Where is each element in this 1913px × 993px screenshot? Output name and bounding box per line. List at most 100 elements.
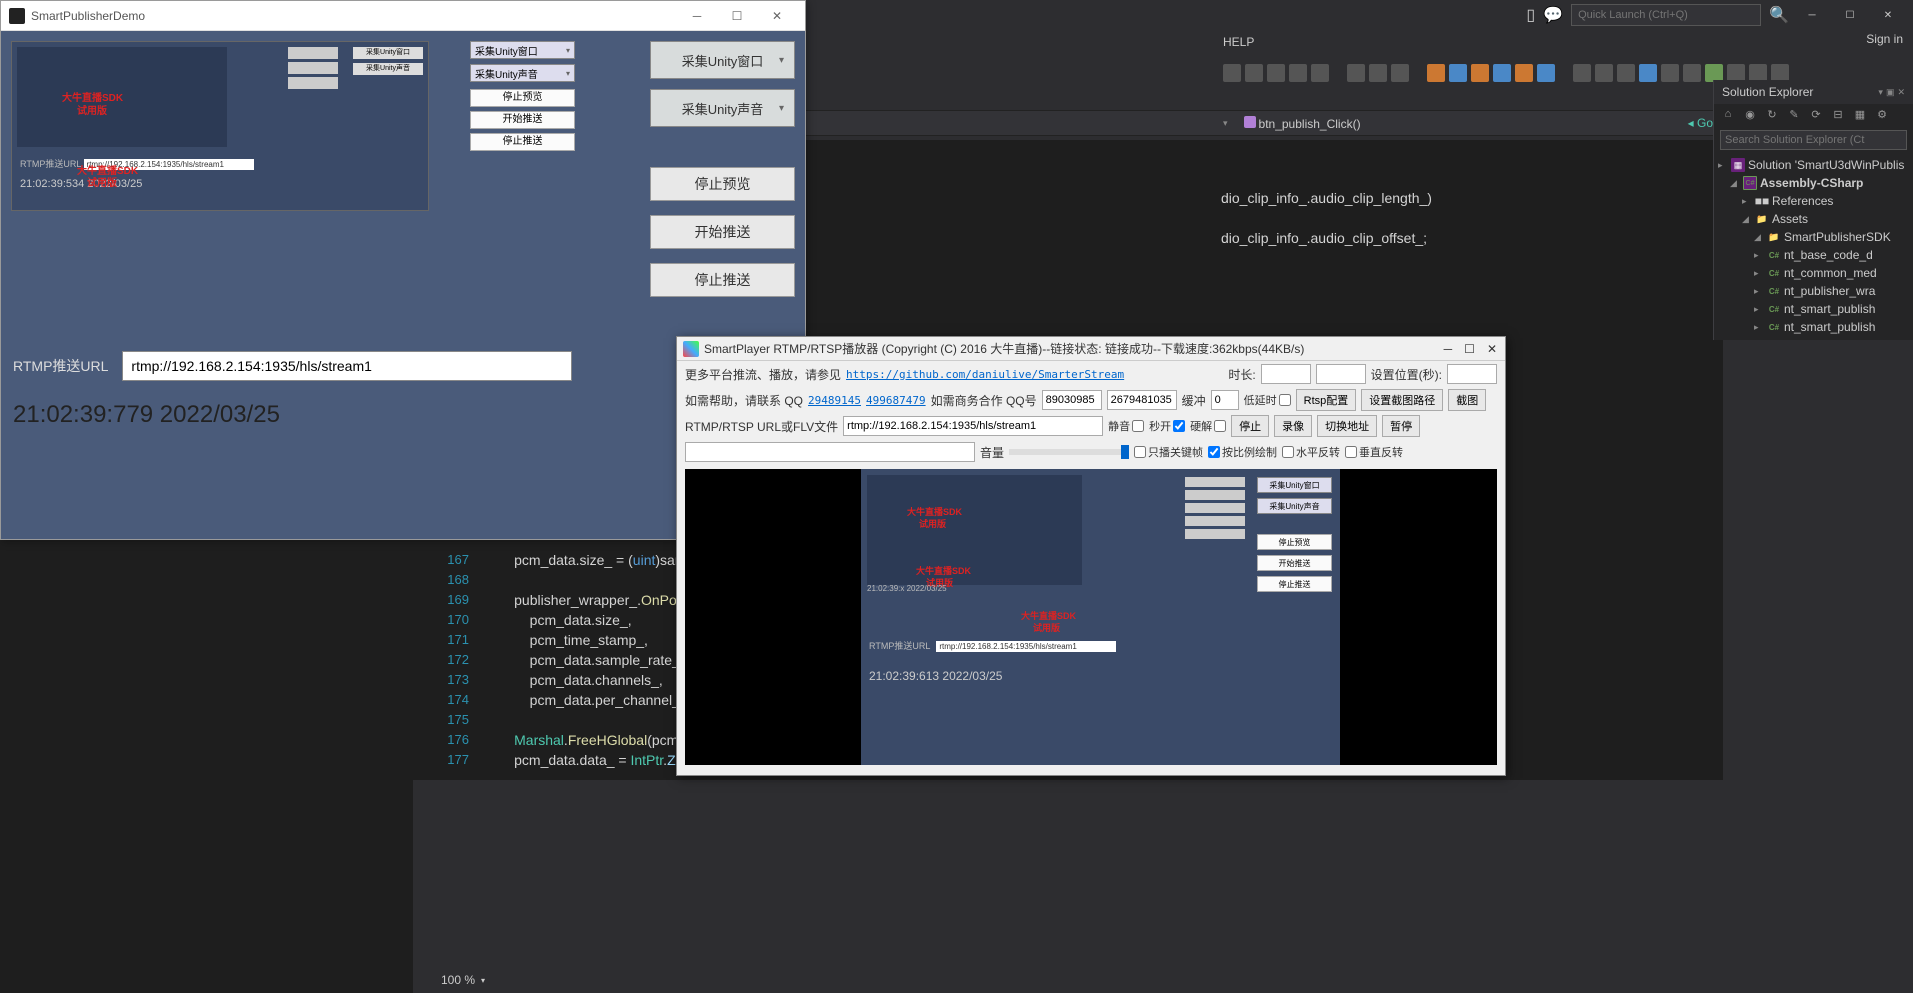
tree-item[interactable]: ▸C#nt_base_code_d (1718, 246, 1909, 264)
pause-button[interactable]: 暂停 (1382, 415, 1420, 437)
toolbar-icon[interactable] (1595, 64, 1613, 82)
close-button[interactable]: ✕ (1487, 342, 1497, 356)
toolbar-icon[interactable] (1661, 64, 1679, 82)
tree-item[interactable]: ◢C#Assembly-CSharp (1718, 174, 1909, 192)
volume-slider[interactable] (1009, 449, 1129, 455)
stop-button[interactable]: 停止 (1231, 415, 1269, 437)
tree-item[interactable]: ◢📁SmartPublisherSDK (1718, 228, 1909, 246)
minimize-button[interactable]: ─ (1444, 342, 1453, 356)
mini-video-dropdown[interactable]: 采集Unity窗口▾ (470, 41, 575, 59)
close-button[interactable]: ✕ (1873, 4, 1903, 26)
toolbar-icon[interactable] (1683, 64, 1701, 82)
more-platforms-label: 更多平台推流、播放，请参见 (685, 366, 841, 383)
refresh-icon[interactable]: ⟳ (1808, 108, 1824, 124)
qq-link-2[interactable]: 499687479 (866, 394, 926, 407)
player-url-input[interactable] (843, 416, 1103, 436)
toolbar-icon[interactable] (1223, 64, 1241, 82)
toolbar-icon[interactable] (1391, 64, 1409, 82)
toolbar-icon[interactable] (1515, 64, 1533, 82)
toolbar-icon[interactable] (1449, 64, 1467, 82)
low-delay-checkbox[interactable]: 低延时 (1244, 392, 1291, 408)
record-button[interactable]: 录像 (1274, 415, 1312, 437)
properties-icon[interactable]: ⚙ (1874, 108, 1890, 124)
minimize-button[interactable]: ─ (1797, 4, 1827, 26)
mini-start-push-button[interactable]: 开始推送 (470, 111, 575, 129)
rtmp-url-input[interactable] (122, 351, 572, 381)
capture-video-dropdown[interactable]: 采集Unity窗口▾ (650, 41, 795, 79)
toolbar-icon[interactable] (1493, 64, 1511, 82)
screenshot-button[interactable]: 截图 (1448, 389, 1486, 411)
biz-qq-input-1[interactable] (1042, 390, 1102, 410)
buffer-input[interactable] (1211, 390, 1239, 410)
home-icon[interactable]: ⌂ (1720, 108, 1736, 124)
sign-in-link[interactable]: Sign in (1866, 32, 1903, 46)
mini-stop-push-button[interactable]: 停止推送 (470, 133, 575, 151)
capture-audio-dropdown[interactable]: 采集Unity声音▾ (650, 89, 795, 127)
position-input[interactable] (1447, 364, 1497, 384)
mute-checkbox[interactable]: 静音 (1108, 418, 1144, 434)
toolbar-icon[interactable] (1537, 64, 1555, 82)
zoom-level[interactable]: 100 %▾ (441, 970, 485, 990)
biz-qq-input-2[interactable] (1107, 390, 1177, 410)
stop-push-button[interactable]: 停止推送 (650, 263, 795, 297)
toolbar-icon[interactable] (1311, 64, 1329, 82)
keyframe-only-checkbox[interactable]: 只播关键帧 (1134, 444, 1203, 460)
switch-url-button[interactable]: 切换地址 (1317, 415, 1377, 437)
help-menu[interactable]: HELP (1223, 35, 1254, 49)
dropdown-icon[interactable]: ▾ (1878, 87, 1883, 98)
solution-search-input[interactable] (1720, 130, 1907, 150)
toolbar-icon[interactable] (1347, 64, 1365, 82)
toolbar-icon[interactable] (1471, 64, 1489, 82)
close-button[interactable]: ✕ (757, 2, 797, 30)
toolbar-icon[interactable] (1573, 64, 1591, 82)
start-push-button[interactable]: 开始推送 (650, 215, 795, 249)
quick-launch-input[interactable] (1571, 4, 1761, 26)
toolbar-icon[interactable] (1617, 64, 1635, 82)
tool-icon[interactable]: ✎ (1786, 108, 1802, 124)
screenshot-path-button[interactable]: 设置截图路径 (1361, 389, 1443, 411)
pin-icon[interactable]: ▣ (1886, 87, 1895, 98)
tree-item[interactable]: ▸C#nt_smart_publish (1718, 300, 1909, 318)
showall-icon[interactable]: ▦ (1852, 108, 1868, 124)
tree-item[interactable]: ◢📁Assets (1718, 210, 1909, 228)
mini-stop-preview-button[interactable]: 停止预览 (470, 89, 575, 107)
maximize-button[interactable]: ☐ (717, 2, 757, 30)
duration-input2[interactable] (1316, 364, 1366, 384)
tree-item[interactable]: ▸■■References (1718, 192, 1909, 210)
maximize-button[interactable]: ☐ (1464, 342, 1475, 356)
duration-input[interactable] (1261, 364, 1311, 384)
mini-audio-dropdown[interactable]: 采集Unity声音▾ (470, 64, 575, 82)
sync-icon[interactable]: ↻ (1764, 108, 1780, 124)
toolbar-icon[interactable] (1289, 64, 1307, 82)
unity-icon (9, 8, 25, 24)
toolbar-icon[interactable] (1267, 64, 1285, 82)
hw-decode-checkbox[interactable]: 硬解 (1190, 418, 1226, 434)
minimize-button[interactable]: ─ (677, 2, 717, 30)
back-icon[interactable]: ◉ (1742, 108, 1758, 124)
tree-item[interactable]: ▸C#nt_smart_publish (1718, 318, 1909, 336)
stop-preview-button[interactable]: 停止预览 (650, 167, 795, 201)
aspect-ratio-checkbox[interactable]: 按比例绘制 (1208, 444, 1277, 460)
tree-item[interactable]: ▸C#nt_common_med (1718, 264, 1909, 282)
solution-tree[interactable]: ▸▦Solution 'SmartU3dWinPublis◢C#Assembly… (1714, 152, 1913, 340)
vs-telemetry-icon[interactable]: ▯ (1526, 5, 1535, 25)
toolbar-icon[interactable] (1369, 64, 1387, 82)
vertical-flip-checkbox[interactable]: 垂直反转 (1345, 444, 1403, 460)
toolbar-icon[interactable] (1639, 64, 1657, 82)
qq-link-1[interactable]: 29489145 (808, 394, 861, 407)
toolbar-icon[interactable] (1245, 64, 1263, 82)
tree-item[interactable]: ▸C#nt_publisher_wra (1718, 282, 1909, 300)
github-link[interactable]: https://github.com/daniulive/SmarterStre… (846, 368, 1124, 381)
horizontal-flip-checkbox[interactable]: 水平反转 (1282, 444, 1340, 460)
collapse-icon[interactable]: ⊟ (1830, 108, 1846, 124)
toolbar-icon[interactable] (1427, 64, 1445, 82)
tree-item[interactable]: ▸▦Solution 'SmartU3dWinPublis (1718, 156, 1909, 174)
go-button[interactable]: ◂ Go (1688, 116, 1713, 130)
help-label: 如需帮助，请联系 QQ (685, 392, 803, 409)
vs-feedback-icon[interactable]: 💬 (1543, 5, 1563, 25)
maximize-button[interactable]: ☐ (1835, 4, 1865, 26)
rtsp-config-button[interactable]: Rtsp配置 (1296, 389, 1357, 411)
fast-open-checkbox[interactable]: 秒开 (1149, 418, 1185, 434)
close-icon[interactable]: ✕ (1897, 87, 1905, 98)
text-input[interactable] (685, 442, 975, 462)
